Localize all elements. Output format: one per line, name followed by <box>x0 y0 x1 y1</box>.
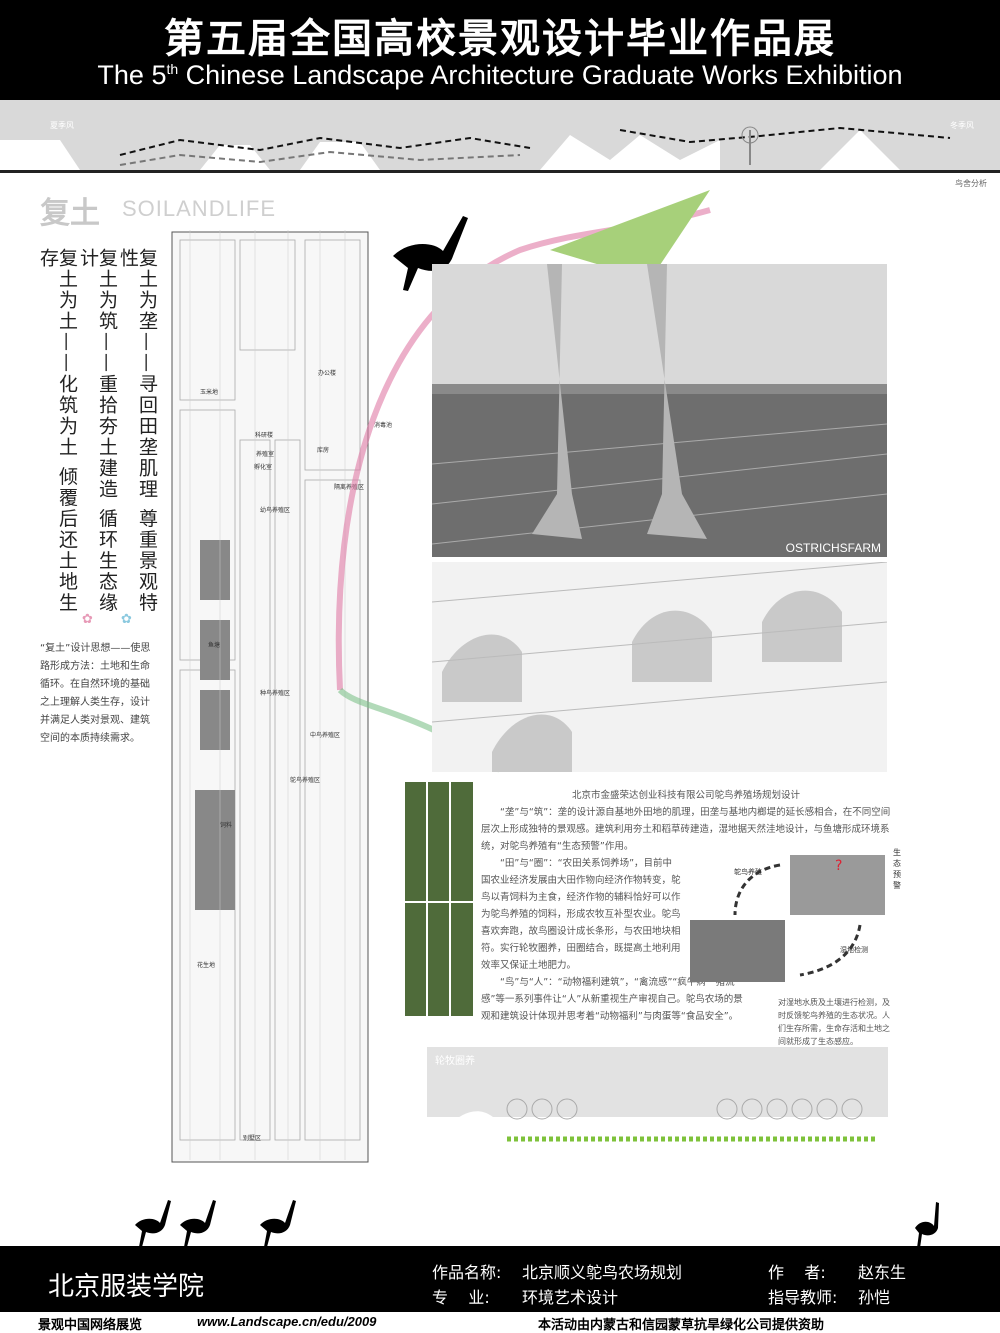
plan-label-breeder-zone: 种鸟养殖区 <box>260 690 291 697</box>
exhibition-url-link[interactable]: www.Landscape.cn/edu/2009 <box>197 1314 376 1329</box>
eco-warning-diagram: ? 生态预警 鸵鸟养殖 湿地检测 <box>690 845 901 985</box>
plan-label-villa: 别墅区 <box>243 1135 262 1142</box>
render-label: OSTRICHSFARM <box>785 541 881 555</box>
header-banner: 第五届全国高校景观设计毕业作品展 The 5th Chinese Landsca… <box>0 0 1000 100</box>
diagram-note: 对湿地水质及土壤进行检测，及时反馈鸵鸟养殖的生态状况。人们生存所需，生命存活和土… <box>778 998 890 1046</box>
section-graphic <box>427 1098 888 1147</box>
ostriches-footer-silhouette <box>135 1200 296 1247</box>
title-en-rest: Chinese Landscape Architecture Graduate … <box>178 60 903 90</box>
exhibition-title-cn: 第五届全国高校景观设计毕业作品展 <box>164 16 836 62</box>
advisor-value: 孙恺 <box>858 1288 891 1307</box>
farmland-photo <box>405 782 473 1016</box>
winter-wind-label: 冬季风 <box>950 121 974 130</box>
building-render <box>431 561 888 772</box>
plan-label-incubation: 孵化室 <box>254 464 273 471</box>
plan-label-corn: 玉米地 <box>200 389 219 396</box>
building-render-scene <box>431 561 888 772</box>
slogan-3: 复土为土——化筑为土 倾覆后还土地生存 <box>37 248 78 614</box>
wind-analysis-graphic <box>0 126 951 170</box>
intro-text: “复土”设计思想——使思路形成方法：土地和生命循环。在自然环境的基础之上理解人类… <box>40 643 151 744</box>
major-value: 环境艺术设计 <box>522 1288 619 1307</box>
author-label: 作 者: <box>768 1263 826 1282</box>
plan-label-breeding: 养殖室 <box>256 451 275 458</box>
section-title-cn: 复土 <box>40 196 100 231</box>
section-title-en: SOILANDLIFE <box>122 196 277 221</box>
ostrich-farm-render: OSTRICHSFARM <box>432 264 887 557</box>
plan-label-ostrich-zone: 鸵鸟养殖区 <box>290 777 321 784</box>
exhibition-source: 景观中国网络展览 <box>38 1318 143 1333</box>
slogan-1: 复土为垄——寻回田垄肌理 尊重景观特性 <box>117 248 158 614</box>
eco-diagram-graphic: ? <box>690 855 885 982</box>
title-en-part: The 5 <box>97 60 167 90</box>
bottom-credit-line: 景观中国网络展览 www.Landscape.cn/edu/2009 本活动由内… <box>0 1312 1000 1333</box>
summer-wind-label: 夏季风 <box>50 121 74 130</box>
section-label: 轮牧圈养 <box>435 1056 475 1067</box>
rotational-grazing-section <box>427 1047 888 1147</box>
strip-caption: 鸟舍分析 <box>955 179 987 188</box>
render-scene <box>432 264 887 557</box>
diagram-label-warning: 生态预警 <box>893 848 901 890</box>
description-para-field: “田”与“圈”：“农田关系饲养场”，目前中国农业经济发展由大田作物向经济作物转变… <box>481 858 681 971</box>
svg-text:?: ? <box>835 858 842 874</box>
author-value: 赵东生 <box>858 1263 907 1282</box>
school-name: 北京服装学院 <box>48 1272 205 1302</box>
diagram-label-detection: 湿地检测 <box>840 946 868 954</box>
pink-flower-icon: ✿ <box>82 612 93 627</box>
ostrich-right-silhouette <box>915 1202 939 1248</box>
slogan-2: 复土为筑——重拾夯土建造 循环生态缘计 <box>77 248 118 614</box>
plan-label-feed: 饲料 <box>220 822 233 829</box>
blue-flower-icon: ✿ <box>121 612 132 627</box>
description-heading: 北京市金盛荣达创业科技有限公司鸵鸟养殖场规划设计 <box>571 790 800 801</box>
plan-label-research: 科研楼 <box>255 432 274 439</box>
plan-label-fishpond: 鱼塘 <box>208 642 221 649</box>
work-name-value: 北京顺义鸵鸟农场规划 <box>522 1263 683 1282</box>
plan-label-peanut: 花生地 <box>197 962 216 969</box>
diagram-label-farming: 鸵鸟养殖 <box>734 868 762 876</box>
work-name-label: 作品名称: <box>432 1263 502 1282</box>
wind-analysis-strip: 夏季风 冬季风 <box>0 100 1000 170</box>
exhibition-title-en: The 5th Chinese Landscape Architecture G… <box>0 60 1000 91</box>
advisor-label: 指导教师: <box>768 1288 838 1307</box>
plan-label-chick-zone: 幼鸟养殖区 <box>260 507 291 514</box>
footer-bar: 北京服装学院 作品名称: 北京顺义鸵鸟农场规划 专 业: 环境艺术设计 作 者:… <box>0 1246 1000 1312</box>
strip-divider <box>0 170 1000 173</box>
title-en-superscript: th <box>166 61 179 77</box>
sponsor-text: 本活动由内蒙古和信园蒙草抗旱绿化公司提供资助 <box>538 1318 825 1333</box>
farmland-photo-image <box>405 782 473 1016</box>
major-label: 专 业: <box>432 1288 490 1307</box>
